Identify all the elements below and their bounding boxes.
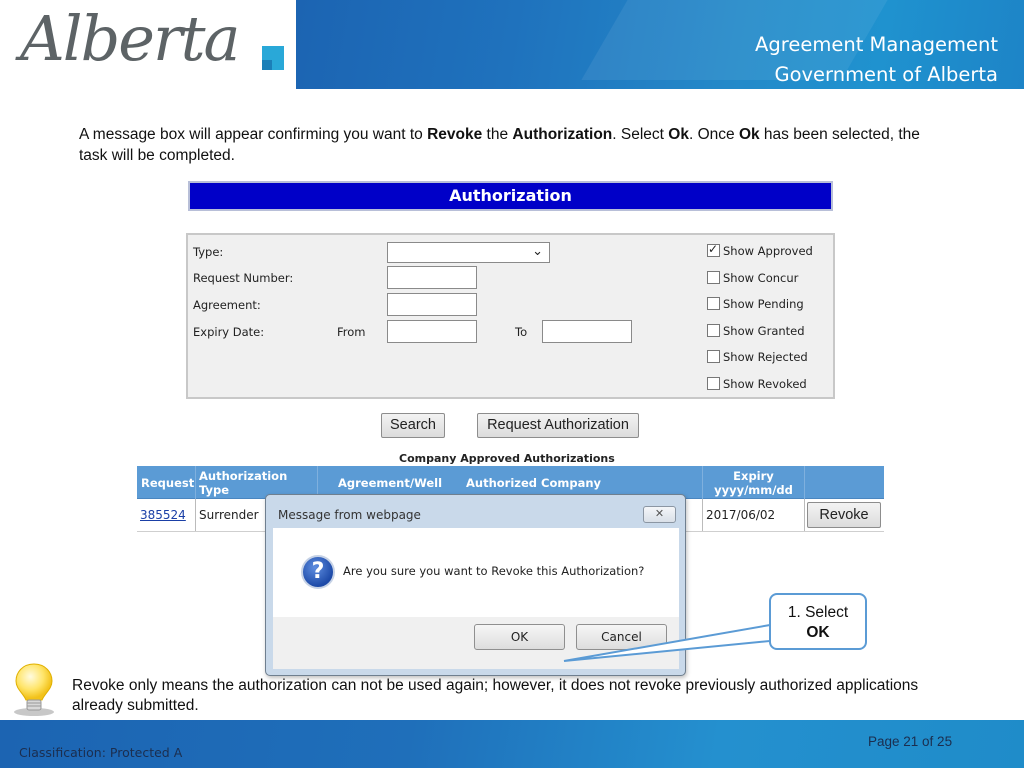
instruction-emphasis: Ok (738, 126, 760, 143)
app-title-bar: Authorization (188, 181, 833, 211)
alberta-logo: Alberta (0, 0, 296, 89)
logo-wordmark: Alberta (20, 2, 240, 75)
cell-expiry: 2017/06/02 (703, 499, 805, 531)
from-label: From (337, 325, 366, 339)
instruction-text: A message box will appear confirming you… (79, 124, 939, 166)
request-authorization-button[interactable]: Request Authorization (477, 413, 639, 438)
ok-button[interactable]: OK (474, 624, 565, 650)
checkbox[interactable] (707, 242, 720, 257)
request-number-label: Request Number: (193, 271, 294, 285)
expiry-to-input[interactable] (542, 320, 632, 343)
header-title: Agreement Management Government of Alber… (755, 30, 998, 89)
checkbox-label: Show Concur (723, 270, 799, 285)
type-label: Type: (193, 245, 224, 259)
instruction-emphasis: Revoke (427, 126, 483, 143)
instruction-fragment: the (482, 126, 513, 143)
dialog-body: ? Are you sure you want to Revoke this A… (273, 528, 679, 617)
filter-show-pending[interactable]: Show Pending (707, 297, 804, 315)
checkbox-label: Show Pending (723, 297, 804, 311)
filter-show-rejected[interactable]: Show Rejected (707, 350, 808, 368)
column-header-expiry-line1: Expiry (733, 468, 774, 483)
callout-line1: 1. Select (787, 604, 849, 621)
expiry-from-input[interactable] (387, 320, 477, 343)
header-title-line2: Government of Alberta (774, 63, 998, 86)
slide-header: Alberta Agreement Management Government … (0, 0, 1024, 89)
instruction-emphasis: Authorization (512, 126, 613, 143)
checkbox[interactable] (707, 323, 720, 337)
question-icon: ? (301, 555, 335, 589)
request-link[interactable]: 385524 (140, 508, 186, 522)
logo-square-icon (262, 46, 284, 70)
classification-label: Classification: Protected A (19, 745, 183, 760)
cell-action: Revoke (805, 499, 884, 531)
checkbox[interactable] (707, 297, 720, 310)
confirm-dialog: Message from webpage ✕ ? Are you sure yo… (265, 494, 686, 676)
callout-line2: OK (806, 624, 830, 641)
instruction-fragment: A message box will appear confirming you… (79, 126, 428, 143)
lightbulb-icon (14, 663, 54, 716)
filter-show-approved[interactable]: Show Approved (707, 242, 813, 262)
dialog-message: Are you sure you want to Revoke this Aut… (343, 564, 645, 578)
close-icon[interactable]: ✕ (643, 506, 676, 523)
type-select[interactable]: ⌄ (387, 242, 550, 263)
filter-show-granted[interactable]: Show Granted (707, 323, 805, 342)
column-header-expiry-line2: yyyy/mm/dd (714, 482, 793, 497)
checkbox-label: Show Approved (723, 244, 813, 258)
instruction-fragment: . Once (688, 126, 739, 143)
page-number: Page 21 of 25 (868, 734, 953, 749)
slide-footer: Classification: Protected A Page 21 of 2… (0, 720, 1024, 768)
instruction-emphasis: Ok (668, 126, 689, 143)
header-band: Agreement Management Government of Alber… (296, 0, 1024, 89)
checkbox-label: Show Rejected (723, 350, 808, 364)
cancel-button[interactable]: Cancel (576, 624, 667, 650)
column-header-action (805, 466, 884, 499)
instruction-fragment: . Select (612, 126, 669, 143)
callout-select-ok: 1. Select OK (769, 593, 867, 650)
column-header-authorization-type-line1: Authorization (199, 468, 288, 483)
dialog-title: Message from webpage (278, 508, 421, 522)
agreement-input[interactable] (387, 293, 477, 316)
checkbox-label: Show Granted (723, 323, 805, 338)
expiry-date-label: Expiry Date: (193, 325, 265, 339)
tip-text: Revoke only means the authorization can … (72, 677, 919, 714)
column-header-request: Request (137, 466, 196, 499)
chevron-down-icon: ⌄ (532, 244, 543, 259)
search-button[interactable]: Search (381, 413, 445, 438)
header-title-line1: Agreement Management (755, 33, 998, 56)
filter-show-concur[interactable]: Show Concur (707, 270, 799, 289)
column-header-expiry: Expiry yyyy/mm/dd (703, 466, 805, 499)
checkbox-label: Show Revoked (723, 376, 807, 391)
request-number-input[interactable] (387, 266, 477, 289)
dialog-footer: OK Cancel (273, 617, 679, 669)
to-label: To (515, 325, 528, 339)
checkbox[interactable] (707, 270, 720, 284)
search-panel: Type: ⌄ Request Number: Agreement: Expir… (186, 233, 835, 399)
revoke-button[interactable]: Revoke (807, 502, 881, 528)
checkbox[interactable] (707, 376, 720, 390)
cell-request: 385524 (137, 499, 196, 531)
checkbox[interactable] (707, 350, 720, 363)
agreement-label: Agreement: (193, 298, 261, 312)
table-caption: Company Approved Authorizations (399, 452, 615, 465)
filter-show-revoked[interactable]: Show Revoked (707, 376, 807, 395)
